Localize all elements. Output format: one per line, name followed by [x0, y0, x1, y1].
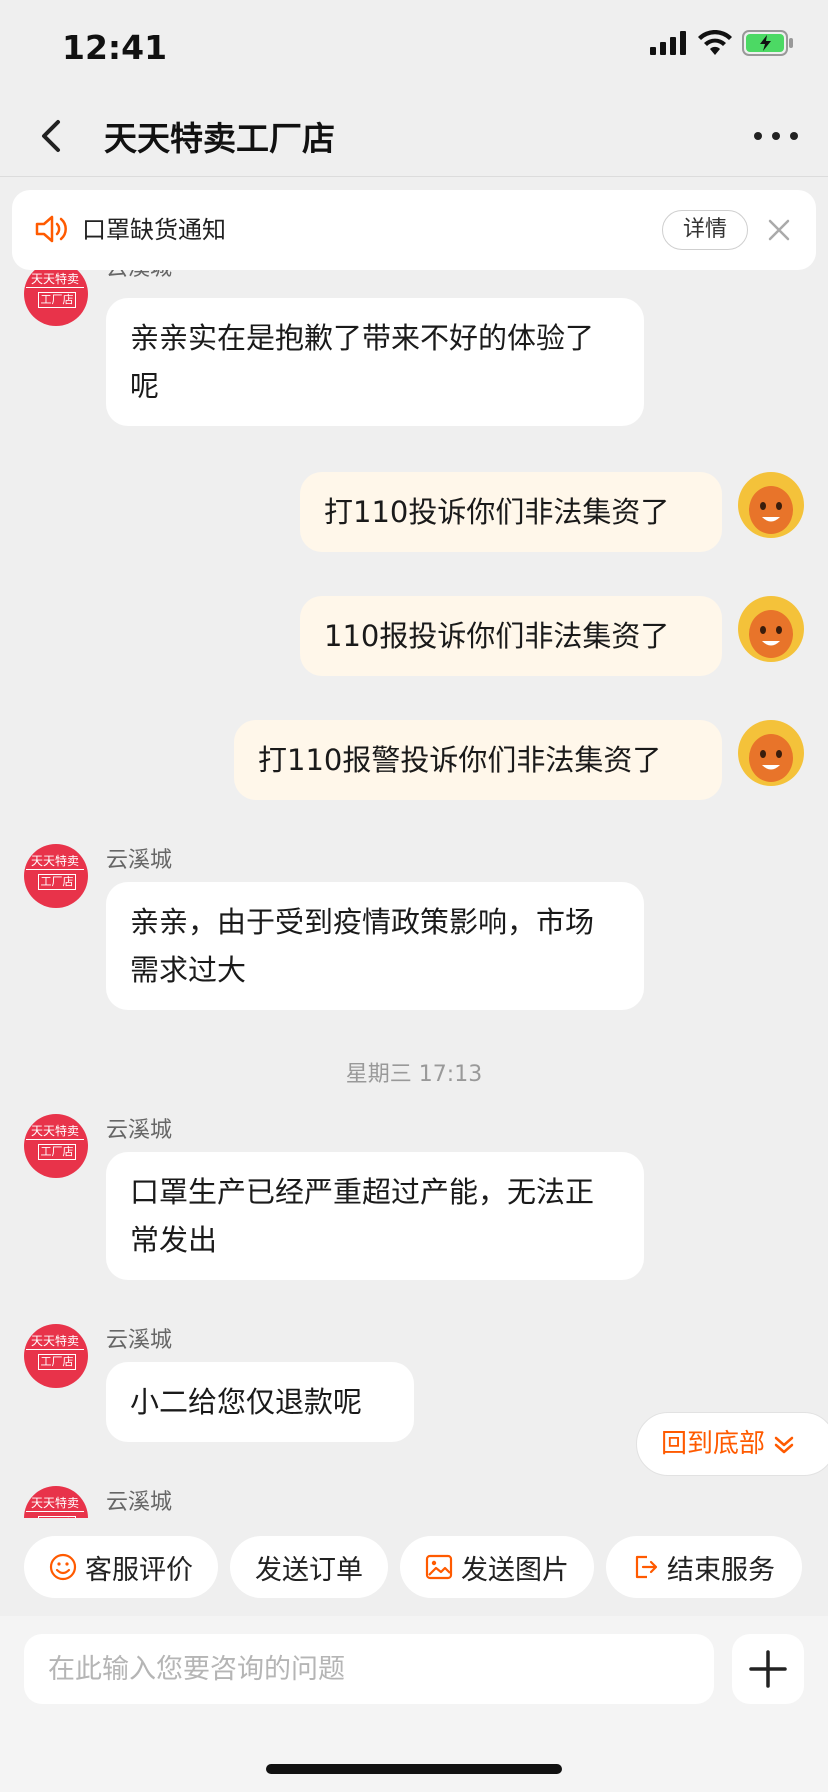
- back-to-bottom-label: 回到底部: [661, 1429, 766, 1459]
- status-bar: 12:41: [0, 0, 828, 94]
- end-service-label: 结束服务: [667, 1554, 775, 1586]
- speaker-icon: [35, 215, 67, 243]
- notice-text: 口罩缺货通知: [82, 216, 226, 244]
- battery-icon: [742, 30, 793, 56]
- wifi-icon: [698, 30, 732, 55]
- status-icons: [650, 30, 794, 56]
- message-bubble[interactable]: 口罩生产已经严重超过产能，无法正常发出: [106, 1152, 644, 1280]
- mascot-icon: [749, 734, 793, 782]
- send-image-label: 发送图片: [461, 1554, 569, 1586]
- message-bubble[interactable]: 亲亲实在是抱歉了带来不好的体验了呢: [106, 298, 644, 426]
- more-icon[interactable]: [754, 116, 798, 156]
- home-indicator: [266, 1764, 562, 1774]
- message-bubble-self[interactable]: 打110报警投诉你们非法集资了: [234, 720, 722, 800]
- sender-name: 云溪城: [106, 1328, 173, 1353]
- back-to-bottom-button[interactable]: 回到底部: [636, 1412, 828, 1476]
- back-icon[interactable]: [30, 114, 74, 158]
- rate-service-label: 客服评价: [85, 1554, 193, 1586]
- send-image-button[interactable]: 发送图片: [400, 1536, 594, 1598]
- mascot-icon: [749, 486, 793, 534]
- sender-name: 云溪城: [106, 1118, 173, 1143]
- shop-avatar[interactable]: 天天特卖工厂店: [24, 844, 88, 908]
- smile-icon: [49, 1553, 77, 1581]
- user-avatar[interactable]: [738, 596, 804, 662]
- double-chevron-down-icon: [775, 1436, 794, 1453]
- quick-actions: 客服评价 发送订单 发送图片 结束服务: [0, 1530, 828, 1614]
- message-bubble-self[interactable]: 打110投诉你们非法集资了: [300, 472, 722, 552]
- chat-area[interactable]: 天天特卖工厂店 云溪城 亲亲实在是抱歉了带来不好的体验了呢 打110投诉你们非法…: [0, 270, 828, 1518]
- message-bubble-self[interactable]: 110报投诉你们非法集资了: [300, 596, 722, 676]
- plus-icon: [749, 1650, 787, 1688]
- send-order-label: 发送订单: [255, 1554, 363, 1586]
- rate-service-button[interactable]: 客服评价: [24, 1536, 218, 1598]
- notice-bar: 口罩缺货通知 详情: [12, 190, 816, 270]
- send-order-button[interactable]: 发送订单: [230, 1536, 388, 1598]
- message-bubble[interactable]: 小二给您仅退款呢: [106, 1362, 414, 1442]
- shop-avatar[interactable]: 天天特卖工厂店: [24, 1486, 88, 1518]
- sender-name: 云溪城: [106, 270, 172, 282]
- sender-name: 云溪城: [106, 1490, 173, 1515]
- page-title: 天天特卖工厂店: [104, 119, 335, 158]
- user-avatar[interactable]: [738, 720, 804, 786]
- image-icon: [425, 1554, 453, 1580]
- status-time: 12:41: [62, 28, 168, 67]
- sender-name: 云溪城: [106, 848, 173, 873]
- shop-avatar[interactable]: 天天特卖工厂店: [24, 1324, 88, 1388]
- notice-detail-button[interactable]: 详情: [662, 210, 748, 250]
- add-button[interactable]: [732, 1634, 804, 1704]
- timestamp: 星期三 17:13: [345, 1062, 483, 1087]
- message-input[interactable]: [24, 1634, 714, 1704]
- shop-avatar[interactable]: 天天特卖工厂店: [24, 270, 88, 326]
- close-icon[interactable]: [764, 215, 794, 245]
- signal-icon: [650, 31, 686, 55]
- end-service-button[interactable]: 结束服务: [606, 1536, 802, 1598]
- mascot-icon: [749, 610, 793, 658]
- nav-bar: 天天特卖工厂店: [0, 94, 828, 177]
- exit-icon: [635, 1555, 658, 1579]
- shop-avatar[interactable]: 天天特卖工厂店: [24, 1114, 88, 1178]
- message-bubble[interactable]: 亲亲，由于受到疫情政策影响，市场需求过大: [106, 882, 644, 1010]
- user-avatar[interactable]: [738, 472, 804, 538]
